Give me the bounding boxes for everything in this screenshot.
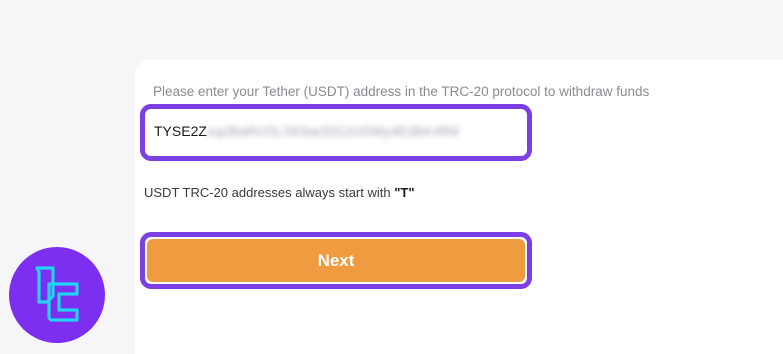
address-input-value[interactable]: TYSE2ZxqzBaRcGLSKbw3312oSWy4EdkK4fNl <box>154 123 459 139</box>
address-blurred-part: xqzBaRcGLSKbw3312oSWy4EdkK4fNl <box>206 123 459 139</box>
next-button-outline: Next <box>140 232 532 289</box>
tradingfinder-logo-icon <box>9 247 105 343</box>
logo-mark-icon <box>35 266 79 322</box>
next-button[interactable]: Next <box>147 239 525 282</box>
hint-text: USDT TRC-20 addresses always start with <box>144 185 395 200</box>
instruction-text: Please enter your Tether (USDT) address … <box>153 84 650 99</box>
hint-highlight: "T" <box>394 185 415 200</box>
address-visible-part: TYSE2Z <box>154 123 207 139</box>
address-hint: USDT TRC-20 addresses always start with … <box>144 185 415 200</box>
address-input-field[interactable]: TYSE2ZxqzBaRcGLSKbw3312oSWy4EdkK4fNl <box>140 104 532 161</box>
